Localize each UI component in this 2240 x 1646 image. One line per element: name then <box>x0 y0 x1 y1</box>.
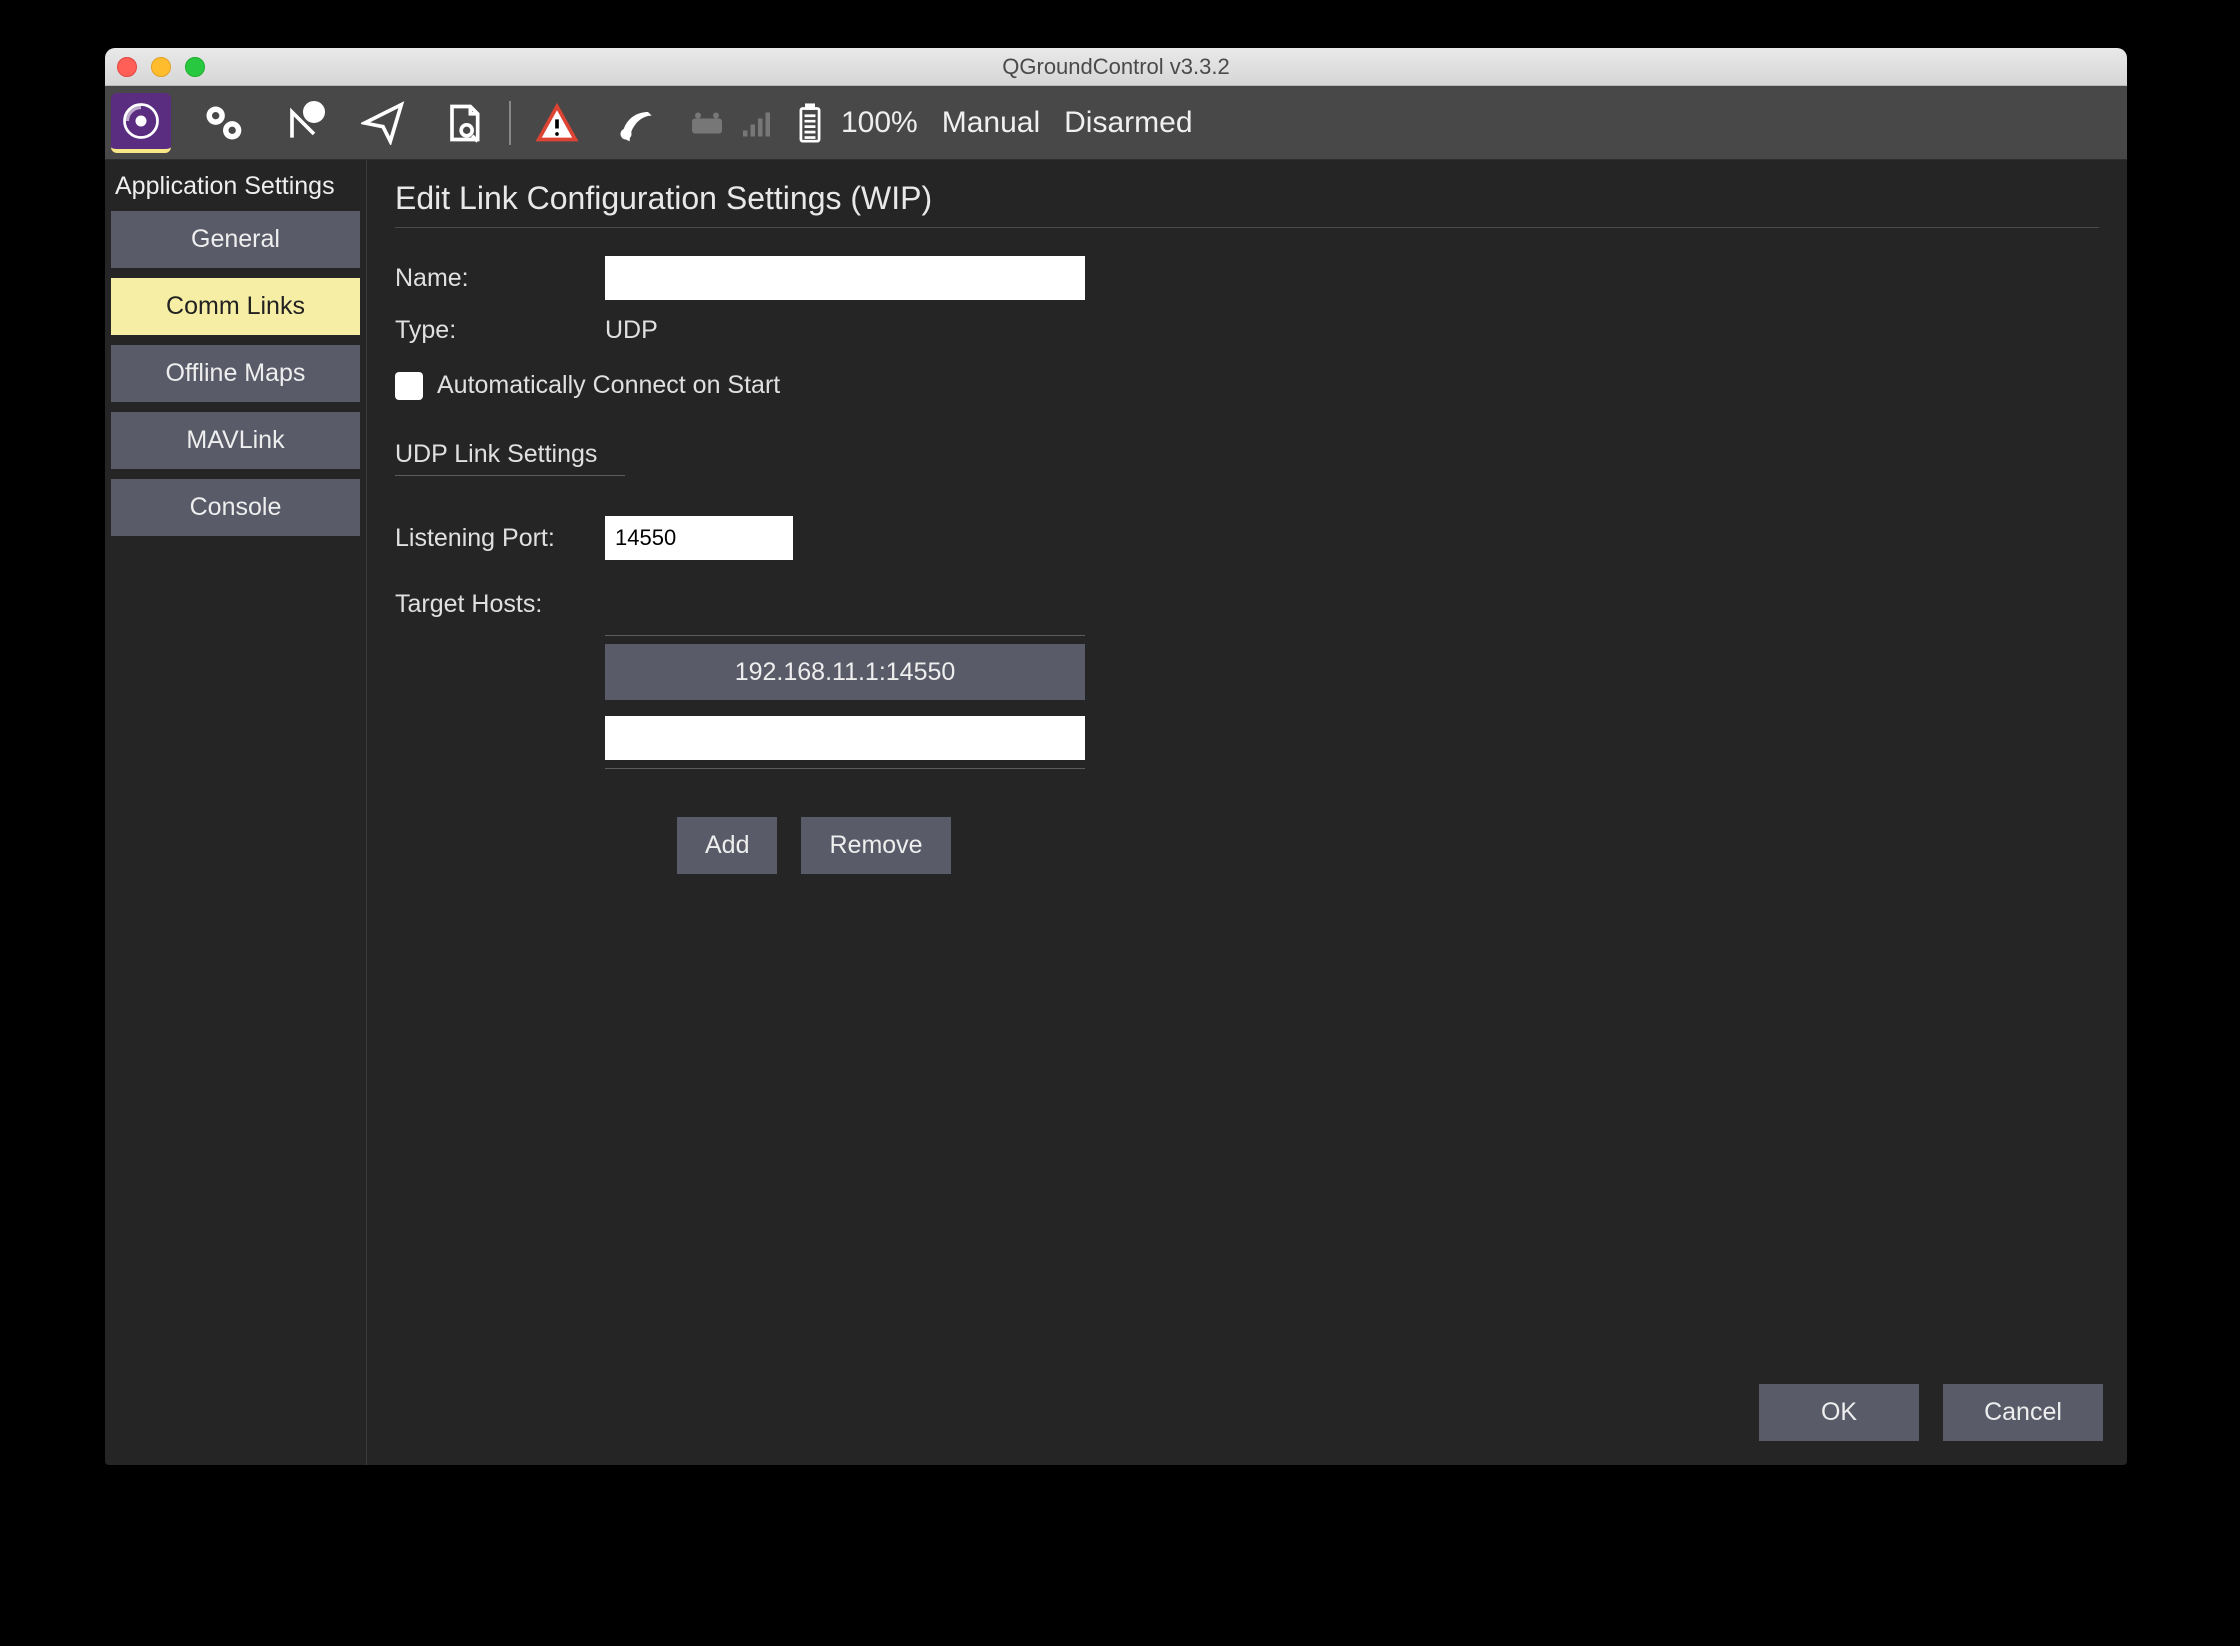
auto-connect-label: Automatically Connect on Start <box>437 371 780 400</box>
new-host-input[interactable] <box>605 716 1085 760</box>
arm-state[interactable]: Disarmed <box>1064 106 1192 140</box>
minimize-window-icon[interactable] <box>151 57 171 77</box>
port-label: Listening Port: <box>395 524 605 553</box>
udp-section-title: UDP Link Settings <box>395 440 2099 469</box>
host-buttons: Add Remove <box>677 817 2099 874</box>
svg-text:B: B <box>309 107 320 123</box>
cancel-button[interactable]: Cancel <box>1943 1384 2103 1441</box>
remove-button[interactable]: Remove <box>801 817 950 874</box>
plane-icon[interactable] <box>355 95 411 151</box>
warning-icon[interactable] <box>529 95 585 151</box>
analyze-icon[interactable] <box>435 95 491 151</box>
auto-connect-row: Automatically Connect on Start <box>395 371 2099 400</box>
gps-icon[interactable] <box>609 95 665 151</box>
sidebar-item-comm-links[interactable]: Comm Links <box>111 278 360 335</box>
close-window-icon[interactable] <box>117 57 137 77</box>
titlebar: QGroundControl v3.3.2 <box>105 48 2127 86</box>
waypoint-icon[interactable]: B <box>275 95 331 151</box>
port-input[interactable] <box>605 516 793 560</box>
hosts-block: 192.168.11.1:14550 <box>605 635 2099 769</box>
port-row: Listening Port: <box>395 516 2099 560</box>
sidebar-item-mavlink[interactable]: MAVLink <box>111 412 360 469</box>
sidebar-item-general[interactable]: General <box>111 211 360 268</box>
ok-button[interactable]: OK <box>1759 1384 1919 1441</box>
type-value[interactable]: UDP <box>605 316 658 345</box>
host-item[interactable]: 192.168.11.1:14550 <box>605 644 1085 700</box>
window-controls <box>117 57 205 77</box>
window-title: QGroundControl v3.3.2 <box>105 54 2127 80</box>
sidebar-title: Application Settings <box>111 166 360 211</box>
flight-mode[interactable]: Manual <box>942 106 1040 140</box>
app-window: QGroundControl v3.3.2 B 100% <box>105 48 2127 1465</box>
type-row: Type: UDP <box>395 316 2099 345</box>
name-label: Name: <box>395 264 605 293</box>
battery-status: 100% <box>797 103 918 143</box>
sidebar: Application Settings General Comm Links … <box>105 160 367 1465</box>
hosts-label: Target Hosts: <box>395 590 605 619</box>
footer-buttons: OK Cancel <box>1759 1384 2103 1441</box>
udp-section-rule <box>395 475 625 476</box>
add-button[interactable]: Add <box>677 817 777 874</box>
main-panel: Edit Link Configuration Settings (WIP) N… <box>367 160 2127 1465</box>
content-area: Application Settings General Comm Links … <box>105 160 2127 1465</box>
name-input[interactable] <box>605 256 1085 300</box>
page-title: Edit Link Configuration Settings (WIP) <box>395 180 2099 217</box>
type-label: Type: <box>395 316 605 345</box>
hosts-top-rule <box>605 635 1085 636</box>
settings-gears-icon[interactable] <box>195 95 251 151</box>
title-rule <box>395 227 2099 228</box>
hosts-bottom-rule <box>605 768 1085 769</box>
hosts-row: Target Hosts: <box>395 590 2099 619</box>
name-row: Name: <box>395 256 2099 300</box>
battery-percent: 100% <box>841 106 918 140</box>
rc-status <box>689 109 773 137</box>
app-logo-icon[interactable] <box>111 93 171 153</box>
auto-connect-checkbox[interactable] <box>395 372 423 400</box>
sidebar-item-console[interactable]: Console <box>111 479 360 536</box>
toolbar: B 100% Manual Disarmed <box>105 86 2127 160</box>
toolbar-divider <box>509 101 511 145</box>
sidebar-item-offline-maps[interactable]: Offline Maps <box>111 345 360 402</box>
zoom-window-icon[interactable] <box>185 57 205 77</box>
